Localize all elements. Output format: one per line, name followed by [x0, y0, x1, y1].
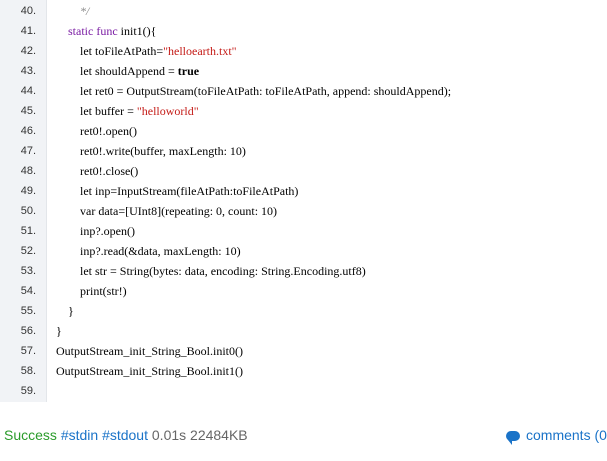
run-status: Success #stdin #stdout 0.01s 22484KB: [4, 427, 248, 443]
line-number: 59.: [20, 385, 36, 397]
line-number: 41.: [20, 25, 36, 37]
code-line: 54. print(str!): [0, 281, 607, 301]
code-line: 58. OutputStream_init_String_Bool.init1(): [0, 361, 607, 381]
line-number: 51.: [20, 225, 36, 237]
line-number: 56.: [20, 325, 36, 337]
line-code: ret0!.close(): [56, 164, 139, 178]
line-code: inp?.open(): [56, 224, 135, 238]
line-code: let inp=InputStream(fileAtPath:toFileAtP…: [80, 184, 299, 198]
line-code: let str = String(bytes: data, encoding: …: [80, 264, 366, 278]
line-code: OutputStream_init_String_Bool.init0(): [56, 344, 243, 358]
line-code: let toFileAtPath="helloearth.txt": [80, 44, 237, 58]
result-label: Success: [4, 427, 57, 443]
line-number: 53.: [20, 265, 36, 277]
stdin-link[interactable]: #stdin: [61, 427, 98, 443]
code-line: 53. let str = String(bytes: data, encodi…: [0, 261, 607, 281]
stdout-link[interactable]: #stdout: [102, 427, 148, 443]
line-number: 46.: [20, 125, 36, 137]
line-number: 45.: [20, 105, 36, 117]
line-number: 57.: [20, 345, 36, 357]
code-line: 56.}: [0, 321, 607, 341]
comments-link[interactable]: comments (0: [506, 427, 607, 445]
line-code: var data=[UInt8](repeating: 0, count: 10…: [80, 204, 278, 218]
line-code: ret0!.write(buffer, maxLength: 10): [56, 144, 246, 158]
run-time: 0.01s: [151, 427, 187, 443]
code-line: 43. let shouldAppend = true: [0, 61, 607, 81]
line-code: let buffer = "helloworld": [80, 104, 199, 118]
line-number: 49.: [20, 185, 36, 197]
code-line: 47. ret0!.write(buffer, maxLength: 10): [0, 141, 607, 161]
code-line: 45. let buffer = "helloworld": [0, 101, 607, 121]
line-code: let shouldAppend = true: [80, 64, 200, 78]
line-number: 42.: [20, 45, 36, 57]
line-number: 58.: [20, 365, 36, 377]
line-code: }: [56, 304, 74, 318]
code-line: 40. */: [0, 1, 607, 21]
line-number: 43.: [20, 65, 36, 77]
code-view: 40. */41. static func init1(){42. let to…: [0, 0, 607, 402]
code-line: 52. inp?.read(&data, maxLength: 10): [0, 241, 607, 261]
code-line: 46. ret0!.open(): [0, 121, 607, 141]
code-line: 44. let ret0 = OutputStream(toFileAtPath…: [0, 81, 607, 101]
status-bar: Success #stdin #stdout 0.01s 22484KB com…: [0, 402, 607, 461]
code-line: 50. var data=[UInt8](repeating: 0, count…: [0, 201, 607, 221]
line-number: 50.: [20, 205, 36, 217]
line-code: */: [80, 4, 90, 18]
code-line: 41. static func init1(){: [0, 21, 607, 41]
line-number: 55.: [20, 305, 36, 317]
code-line: 48. ret0!.close(): [0, 161, 607, 181]
memory-usage: 22484KB: [190, 427, 248, 443]
line-code: print(str!): [56, 284, 127, 298]
comment-bubble-icon: [506, 431, 520, 445]
line-code: let ret0 = OutputStream(toFileAtPath: to…: [80, 84, 452, 98]
line-code: OutputStream_init_String_Bool.init1(): [56, 364, 243, 378]
line-number: 48.: [20, 165, 36, 177]
code-line: 51. inp?.open(): [0, 221, 607, 241]
code-line: 57. OutputStream_init_String_Bool.init0(): [0, 341, 607, 361]
line-code: static func init1(){: [68, 24, 157, 38]
code-line: 49. let inp=InputStream(fileAtPath:toFil…: [0, 181, 607, 201]
comments-label: comments (0: [526, 427, 607, 443]
line-number: 54.: [20, 285, 36, 297]
code-line: 55. }: [0, 301, 607, 321]
line-code: }: [56, 324, 62, 338]
line-code: inp?.read(&data, maxLength: 10): [56, 244, 241, 258]
code-line: 42. let toFileAtPath="helloearth.txt": [0, 41, 607, 61]
line-number: 52.: [20, 245, 36, 257]
code-line: 59.: [0, 381, 607, 401]
line-number: 40.: [20, 5, 36, 17]
line-number: 44.: [20, 85, 36, 97]
line-number: 47.: [20, 145, 36, 157]
line-code: ret0!.open(): [56, 124, 137, 138]
